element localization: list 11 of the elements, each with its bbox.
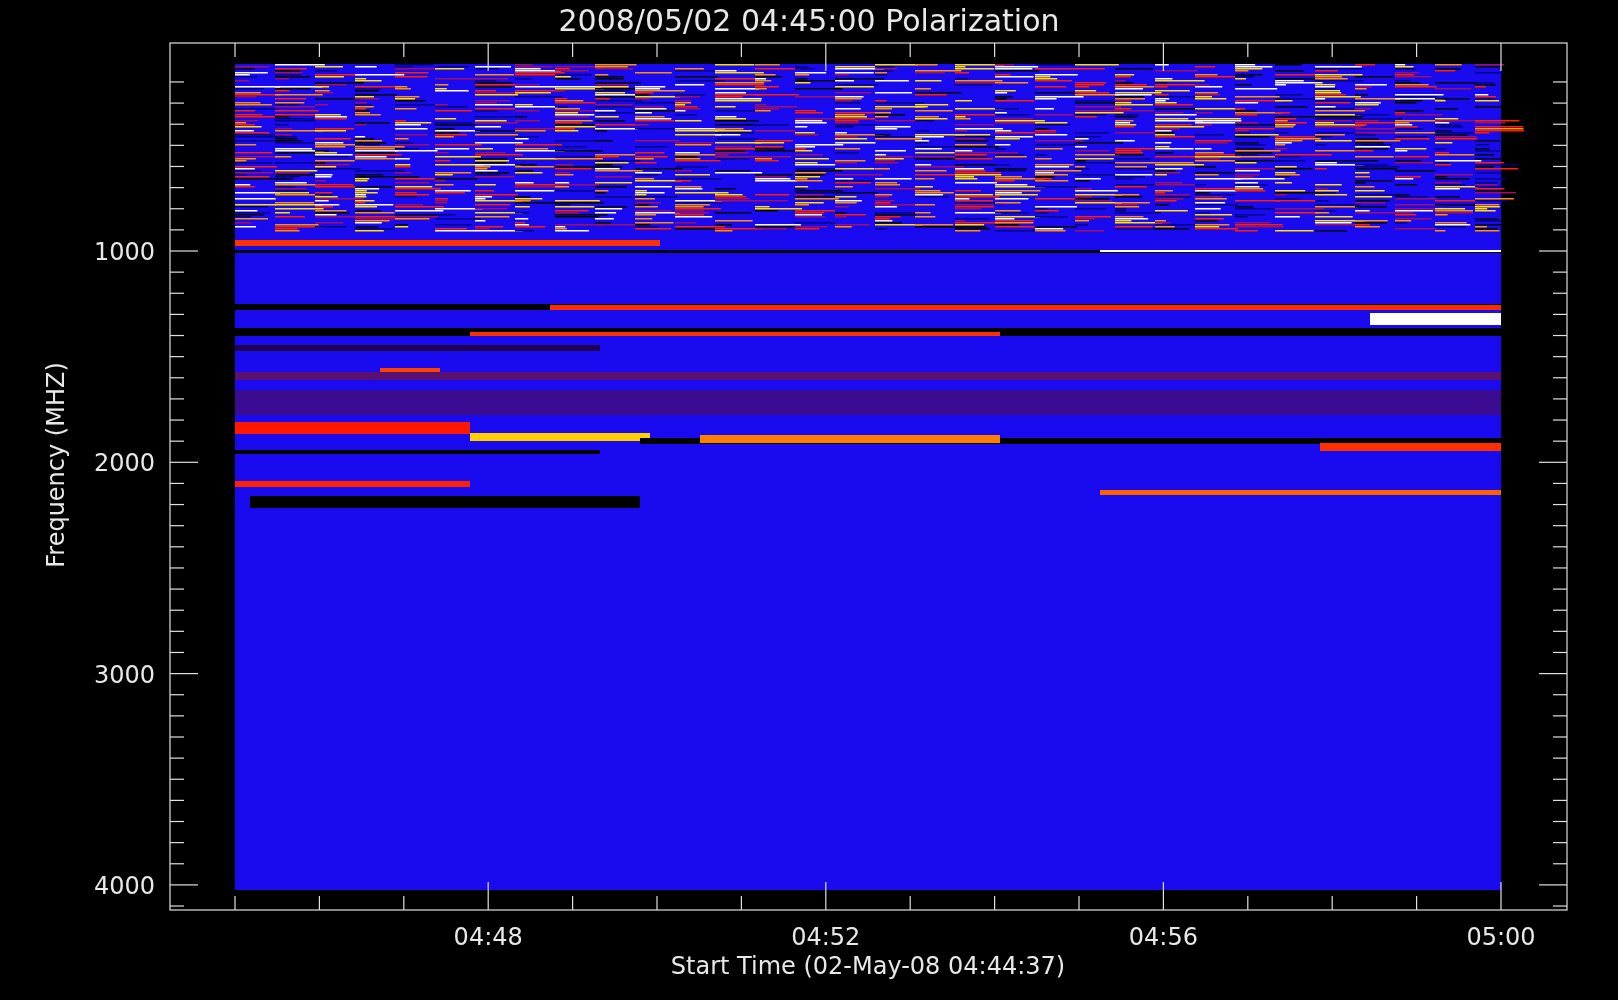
y-tick-label: 2000 bbox=[93, 449, 155, 478]
x-tick-label: 04:56 bbox=[1128, 923, 1198, 951]
plot-title: 2008/05/02 04:45:00 Polarization bbox=[558, 3, 1060, 38]
x-axis-label: Start Time (02-May-08 04:44:37) bbox=[670, 952, 1066, 980]
y-axis-label: Frequency (MHZ) bbox=[42, 362, 70, 568]
y-tick-label: 4000 bbox=[93, 871, 155, 900]
y-tick-label: 3000 bbox=[93, 660, 155, 689]
x-tick-label: 04:48 bbox=[453, 923, 523, 951]
x-tick-label: 04:52 bbox=[791, 923, 861, 951]
x-tick-label: 05:00 bbox=[1466, 923, 1536, 951]
y-tick-label: 1000 bbox=[93, 238, 155, 266]
